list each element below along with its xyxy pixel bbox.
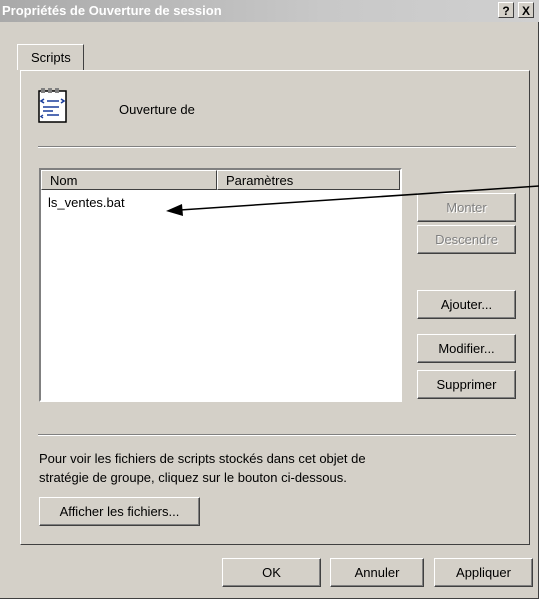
apply-button[interactable]: Appliquer <box>434 558 533 587</box>
move-down-button[interactable]: Descendre <box>417 225 516 254</box>
ok-button[interactable]: OK <box>222 558 321 587</box>
info-text: Pour voir les fichiers de scripts stocké… <box>39 449 366 487</box>
table-row[interactable]: ls_ventes.bat <box>43 194 383 212</box>
script-type-heading: Ouverture de <box>119 102 195 117</box>
close-button[interactable]: X <box>518 2 534 18</box>
cancel-button[interactable]: Annuler <box>330 558 424 587</box>
separator-bottom <box>38 434 516 436</box>
remove-button[interactable]: Supprimer <box>417 370 516 399</box>
tab-scripts-label: Scripts <box>31 50 71 65</box>
edit-button[interactable]: Modifier... <box>417 334 516 363</box>
script-file-icon <box>38 88 67 123</box>
move-up-button[interactable]: Monter <box>417 193 516 222</box>
show-files-button[interactable]: Afficher les fichiers... <box>39 497 200 526</box>
row-script-name: ls_ventes.bat <box>48 195 125 210</box>
column-header-name[interactable]: Nom <box>41 170 217 190</box>
scripts-listview[interactable]: Nom Paramètres ls_ventes.bat <box>39 168 402 402</box>
add-button[interactable]: Ajouter... <box>417 290 516 319</box>
info-line-2: stratégie de groupe, cliquez sur le bout… <box>39 470 347 485</box>
help-button[interactable]: ? <box>498 2 514 18</box>
column-header-parameters[interactable]: Paramètres <box>217 170 400 190</box>
separator-top <box>38 146 516 148</box>
info-line-1: Pour voir les fichiers de scripts stocké… <box>39 451 366 466</box>
title-bar[interactable]: Propriétés de Ouverture de session ? X <box>0 0 539 22</box>
listview-header: Nom Paramètres <box>41 170 400 190</box>
properties-dialog: Propriétés de Ouverture de session ? X S… <box>0 0 539 599</box>
tab-scripts[interactable]: Scripts <box>17 44 84 70</box>
window-title: Propriétés de Ouverture de session <box>2 3 222 18</box>
